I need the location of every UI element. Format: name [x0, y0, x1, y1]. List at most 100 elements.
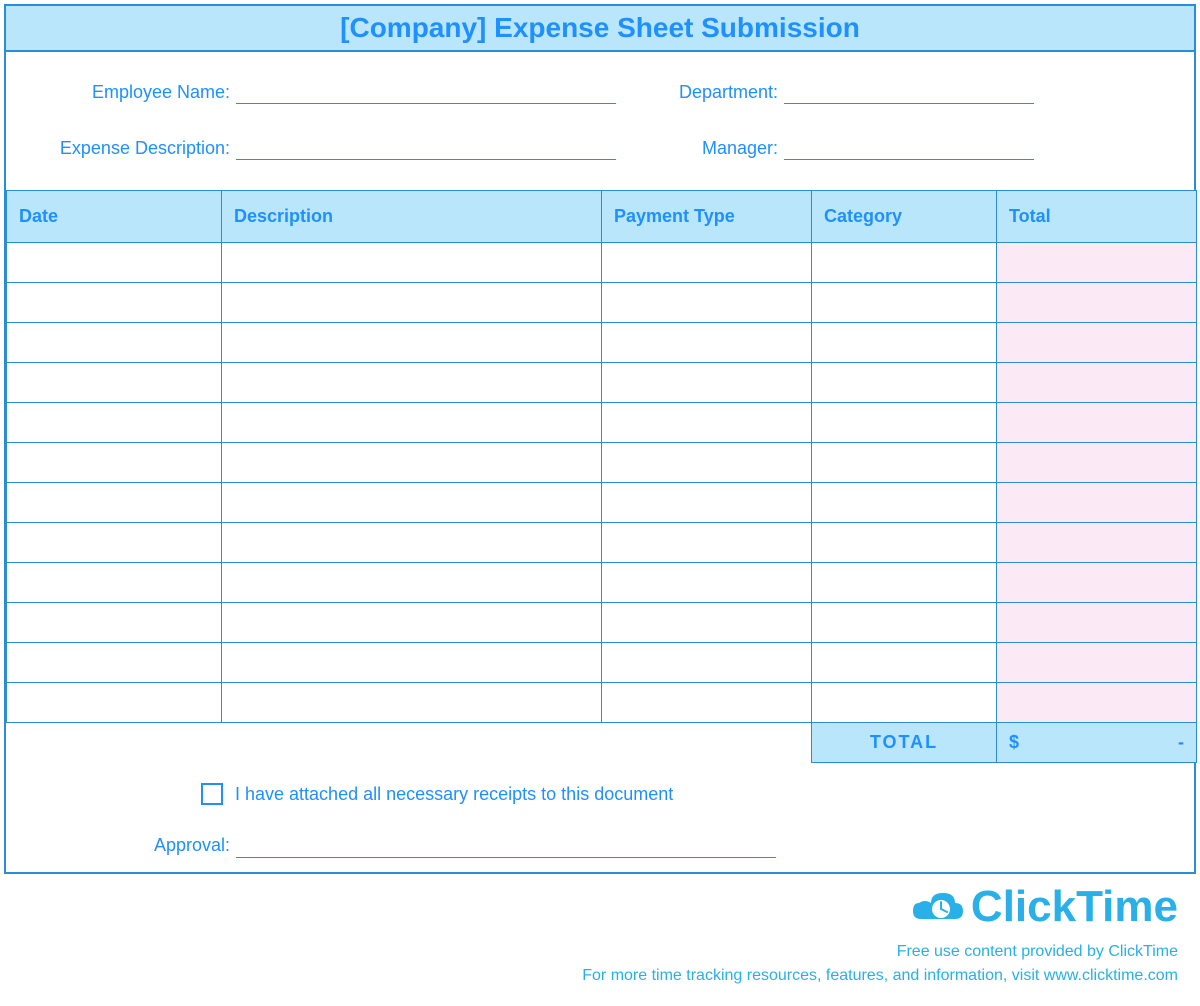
cell-date[interactable]: [7, 403, 222, 443]
cell-category[interactable]: [812, 363, 997, 403]
col-category: Category: [812, 191, 997, 243]
cell-payment_type[interactable]: [602, 323, 812, 363]
cell-date[interactable]: [7, 563, 222, 603]
cell-total[interactable]: [997, 403, 1197, 443]
manager-input[interactable]: [784, 138, 1034, 160]
cell-payment_type[interactable]: [602, 243, 812, 283]
cell-description[interactable]: [222, 603, 602, 643]
expense-description-input[interactable]: [236, 138, 616, 160]
approval-input[interactable]: [236, 836, 776, 858]
cell-date[interactable]: [7, 243, 222, 283]
cell-payment_type[interactable]: [602, 523, 812, 563]
col-total: Total: [997, 191, 1197, 243]
cell-payment_type[interactable]: [602, 683, 812, 723]
department-input[interactable]: [784, 82, 1034, 104]
brand-logo: ClickTime: [911, 882, 1178, 932]
cell-description[interactable]: [222, 483, 602, 523]
table-row: [7, 483, 1197, 523]
cell-date[interactable]: [7, 523, 222, 563]
cell-total[interactable]: [997, 563, 1197, 603]
col-date: Date: [7, 191, 222, 243]
table-row: [7, 283, 1197, 323]
table-row: [7, 403, 1197, 443]
grand-total-currency: $: [1009, 732, 1019, 753]
cell-date[interactable]: [7, 283, 222, 323]
cell-category[interactable]: [812, 483, 997, 523]
table-row: [7, 323, 1197, 363]
cell-total[interactable]: [997, 283, 1197, 323]
grand-total-amount: -: [1178, 732, 1184, 753]
receipts-checkbox[interactable]: [201, 783, 223, 805]
cell-total[interactable]: [997, 683, 1197, 723]
cell-total[interactable]: [997, 363, 1197, 403]
cell-payment_type[interactable]: [602, 643, 812, 683]
cell-category[interactable]: [812, 403, 997, 443]
department-label: Department:: [674, 82, 784, 103]
cell-description[interactable]: [222, 403, 602, 443]
grand-total-row: TOTAL $ -: [7, 723, 1197, 763]
cell-description[interactable]: [222, 443, 602, 483]
cell-category[interactable]: [812, 283, 997, 323]
cell-total[interactable]: [997, 443, 1197, 483]
cell-description[interactable]: [222, 683, 602, 723]
footer-area: I have attached all necessary receipts t…: [6, 763, 1194, 872]
cell-description[interactable]: [222, 243, 602, 283]
cell-date[interactable]: [7, 363, 222, 403]
cell-payment_type[interactable]: [602, 483, 812, 523]
table-row: [7, 363, 1197, 403]
cell-category[interactable]: [812, 643, 997, 683]
cell-description[interactable]: [222, 563, 602, 603]
table-header-row: Date Description Payment Type Category T…: [7, 191, 1197, 243]
employee-name-input[interactable]: [236, 82, 616, 104]
cell-total[interactable]: [997, 643, 1197, 683]
cell-date[interactable]: [7, 323, 222, 363]
cell-payment_type[interactable]: [602, 443, 812, 483]
table-row: [7, 563, 1197, 603]
cell-description[interactable]: [222, 363, 602, 403]
cell-date[interactable]: [7, 603, 222, 643]
cell-description[interactable]: [222, 523, 602, 563]
cell-payment_type[interactable]: [602, 283, 812, 323]
brand-tagline-1: Free use content provided by ClickTime: [897, 940, 1178, 964]
cell-payment_type[interactable]: [602, 403, 812, 443]
cell-date[interactable]: [7, 683, 222, 723]
cell-total[interactable]: [997, 323, 1197, 363]
cell-category[interactable]: [812, 563, 997, 603]
cell-payment_type[interactable]: [602, 563, 812, 603]
brand-name: ClickTime: [971, 882, 1178, 932]
table-row: [7, 683, 1197, 723]
manager-label: Manager:: [674, 138, 784, 159]
cell-payment_type[interactable]: [602, 603, 812, 643]
cell-date[interactable]: [7, 443, 222, 483]
col-payment-type: Payment Type: [602, 191, 812, 243]
cell-date[interactable]: [7, 483, 222, 523]
approval-label: Approval:: [26, 835, 236, 856]
cell-total[interactable]: [997, 483, 1197, 523]
cell-category[interactable]: [812, 683, 997, 723]
attestation-text: I have attached all necessary receipts t…: [235, 784, 673, 805]
grand-total-value: $ -: [997, 723, 1197, 763]
table-row: [7, 443, 1197, 483]
cell-category[interactable]: [812, 323, 997, 363]
cell-payment_type[interactable]: [602, 363, 812, 403]
cell-category[interactable]: [812, 603, 997, 643]
employee-name-label: Employee Name:: [26, 82, 236, 103]
expense-description-label: Expense Description:: [26, 138, 236, 159]
cell-total[interactable]: [997, 243, 1197, 283]
cell-category[interactable]: [812, 443, 997, 483]
cell-date[interactable]: [7, 643, 222, 683]
cell-description[interactable]: [222, 643, 602, 683]
header-fields: Employee Name: Department: Expense Descr…: [6, 52, 1194, 190]
cell-total[interactable]: [997, 523, 1197, 563]
expense-table: Date Description Payment Type Category T…: [6, 190, 1197, 763]
brand-tagline-2: For more time tracking resources, featur…: [582, 964, 1178, 988]
cell-description[interactable]: [222, 283, 602, 323]
table-row: [7, 523, 1197, 563]
cell-total[interactable]: [997, 603, 1197, 643]
cell-description[interactable]: [222, 323, 602, 363]
cell-category[interactable]: [812, 523, 997, 563]
table-row: [7, 243, 1197, 283]
grand-total-label: TOTAL: [812, 723, 997, 763]
cell-category[interactable]: [812, 243, 997, 283]
clicktime-logo-icon: [911, 885, 965, 929]
